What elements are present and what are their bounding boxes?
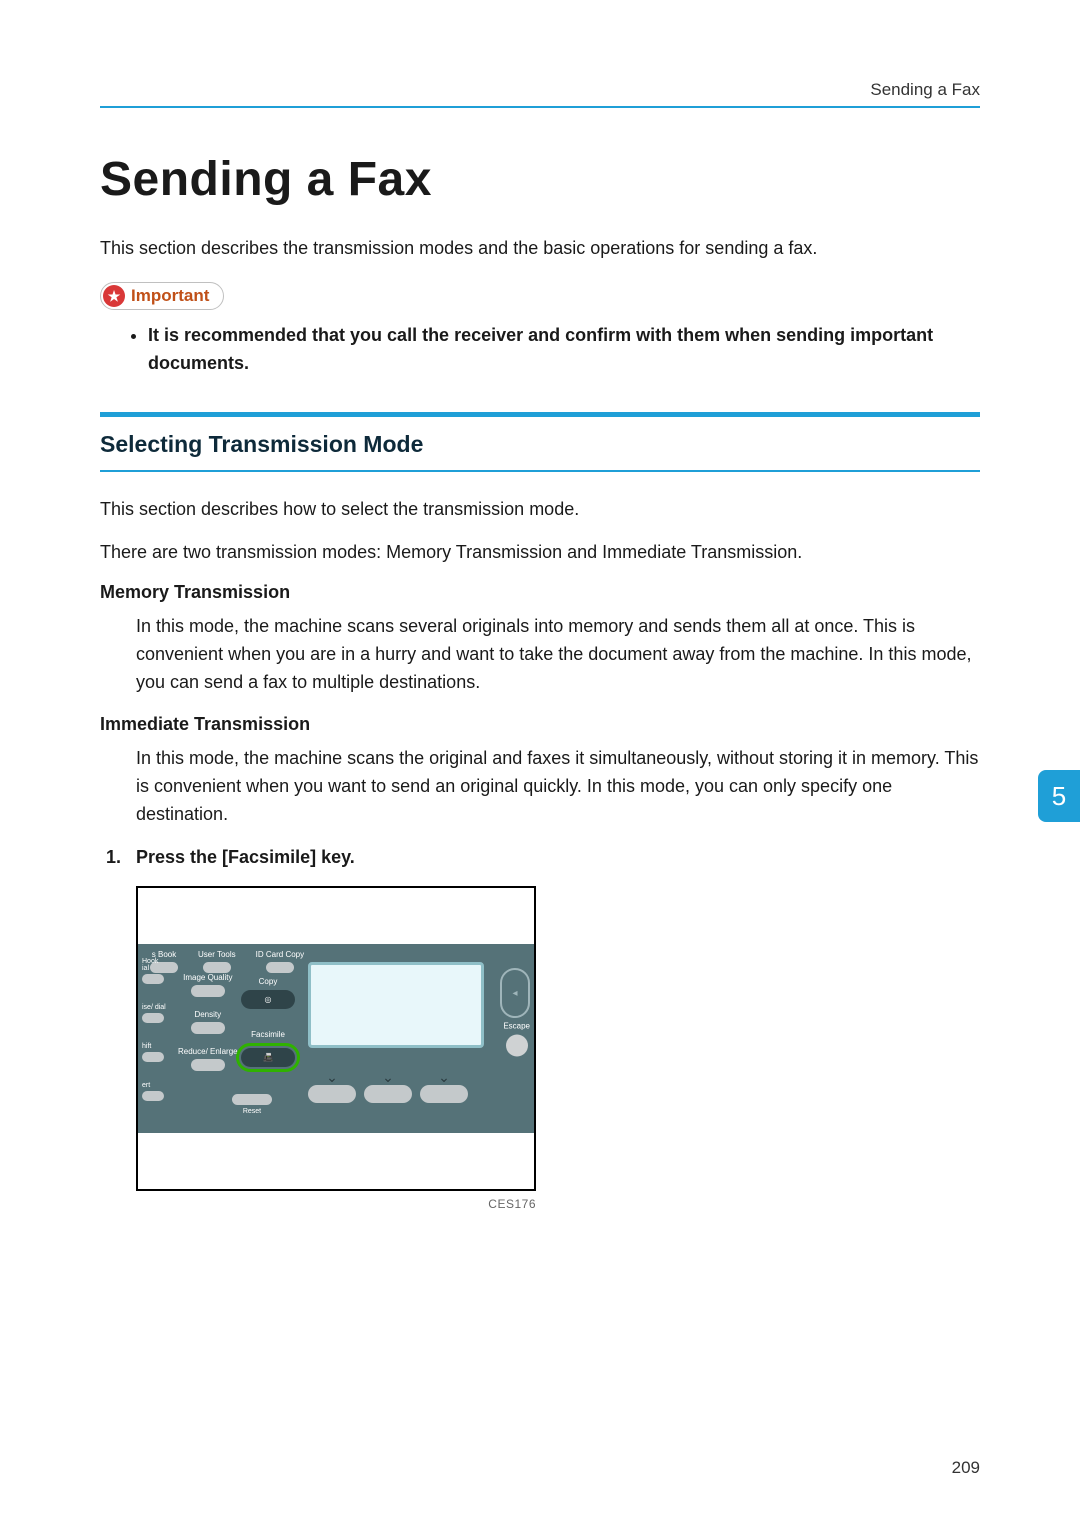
panel-softkeys	[308, 1085, 468, 1103]
immediate-heading: Immediate Transmission	[100, 714, 980, 735]
steps-list: Press the [Facsimile] key.	[100, 847, 980, 868]
intro-paragraph: This section describes the transmission …	[100, 235, 980, 262]
facsimile-highlight: 📠	[236, 1043, 300, 1072]
section-rule-bottom	[100, 470, 980, 472]
panel-mid-1: Density	[194, 1011, 221, 1019]
running-header: Sending a Fax	[100, 80, 980, 100]
escape-label: Escape	[503, 1021, 530, 1030]
panel-lcd	[308, 962, 484, 1048]
panel-left-1: ise/ dial	[142, 1004, 166, 1011]
panel-reset: Reset	[232, 1094, 272, 1115]
panel-mode-buttons: Copy ◎ Facsimile 📠	[236, 978, 300, 1072]
panel-top-label-1: User Tools	[198, 950, 236, 959]
section-p2: There are two transmission modes: Memory…	[100, 539, 980, 566]
panel-dpad: ◂	[500, 968, 530, 1018]
mode-copy-label: Copy	[259, 978, 278, 986]
star-icon: ★	[103, 285, 125, 307]
control-panel-figure: s Book User Tools ID Card Copy Hook ial …	[136, 886, 536, 1211]
important-bullet: It is recommended that you call the rece…	[148, 322, 980, 378]
memory-heading: Memory Transmission	[100, 582, 980, 603]
section-heading: Selecting Transmission Mode	[100, 431, 980, 458]
document-page: Sending a Fax Sending a Fax This section…	[0, 0, 1080, 1532]
figure-code: CES176	[136, 1197, 536, 1211]
important-badge: ★ Important	[100, 282, 224, 310]
reset-label: Reset	[243, 1108, 261, 1115]
important-list: It is recommended that you call the rece…	[100, 322, 980, 378]
copy-button: ◎	[241, 990, 295, 1009]
page-title: Sending a Fax	[100, 152, 980, 207]
panel-mid-2: Reduce/ Enlarge	[178, 1048, 238, 1056]
panel-top-row: s Book User Tools ID Card Copy	[150, 950, 304, 973]
panel-left-2: hift	[142, 1043, 166, 1050]
mode-fax-label: Facsimile	[251, 1031, 285, 1039]
memory-text: In this mode, the machine scans several …	[100, 613, 980, 697]
chapter-tab: 5	[1038, 770, 1080, 822]
section-p1: This section describes how to select the…	[100, 496, 980, 523]
header-rule	[100, 106, 980, 108]
panel-mid-column: Image Quality Density Reduce/ Enlarge	[178, 974, 238, 1071]
page-number: 209	[952, 1458, 980, 1478]
panel-left-0: Hook ial	[142, 958, 166, 972]
immediate-text: In this mode, the machine scans the orig…	[100, 745, 980, 829]
panel-left-3: ert	[142, 1082, 166, 1089]
panel-top-label-2: ID Card Copy	[256, 950, 304, 959]
control-panel-diagram: s Book User Tools ID Card Copy Hook ial …	[136, 886, 536, 1191]
panel-left-column: Hook ial ise/ dial hift ert	[142, 958, 166, 1101]
escape-button	[506, 1034, 528, 1056]
important-label: Important	[131, 286, 209, 306]
facsimile-button: 📠	[241, 1048, 295, 1067]
step-1: Press the [Facsimile] key.	[136, 847, 980, 868]
panel-escape: Escape	[503, 1021, 530, 1056]
panel-mid-0: Image Quality	[183, 974, 232, 982]
section-rule-top	[100, 412, 980, 417]
